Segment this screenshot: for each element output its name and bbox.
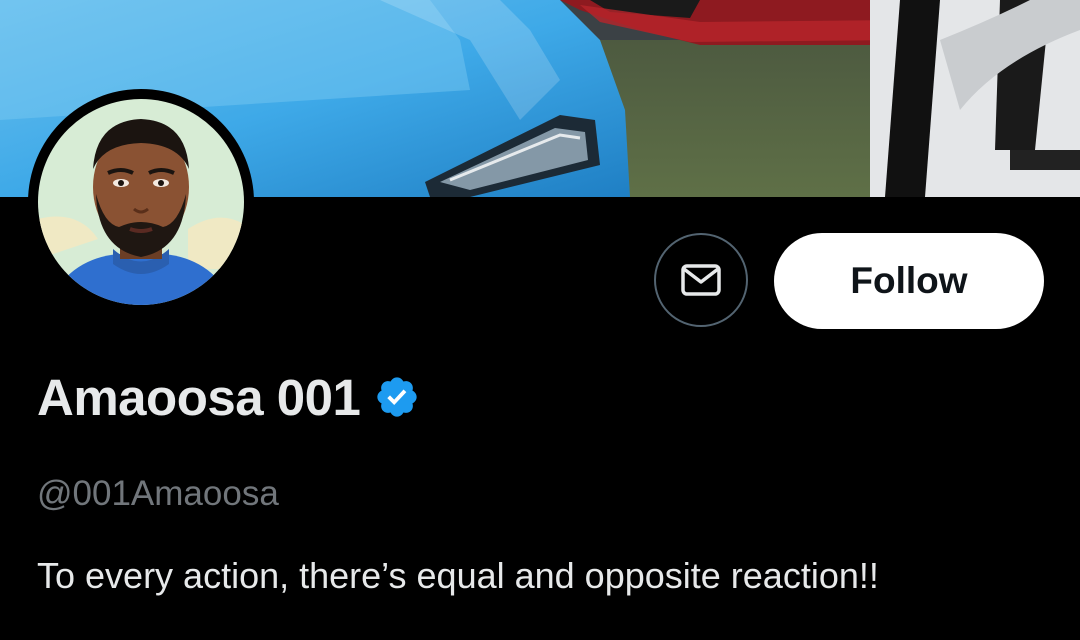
envelope-icon xyxy=(681,264,721,296)
profile-handle: @001Amaoosa xyxy=(37,474,279,513)
name-row: Amaoosa 001 xyxy=(37,364,420,430)
verified-badge-icon[interactable] xyxy=(374,374,420,420)
display-name: Amaoosa 001 xyxy=(37,368,361,426)
profile-avatar[interactable] xyxy=(28,89,254,315)
message-button[interactable] xyxy=(654,233,748,327)
avatar-image xyxy=(38,99,244,305)
profile-bio: To every action, there’s equal and oppos… xyxy=(37,555,879,596)
follow-button[interactable]: Follow xyxy=(774,233,1044,329)
